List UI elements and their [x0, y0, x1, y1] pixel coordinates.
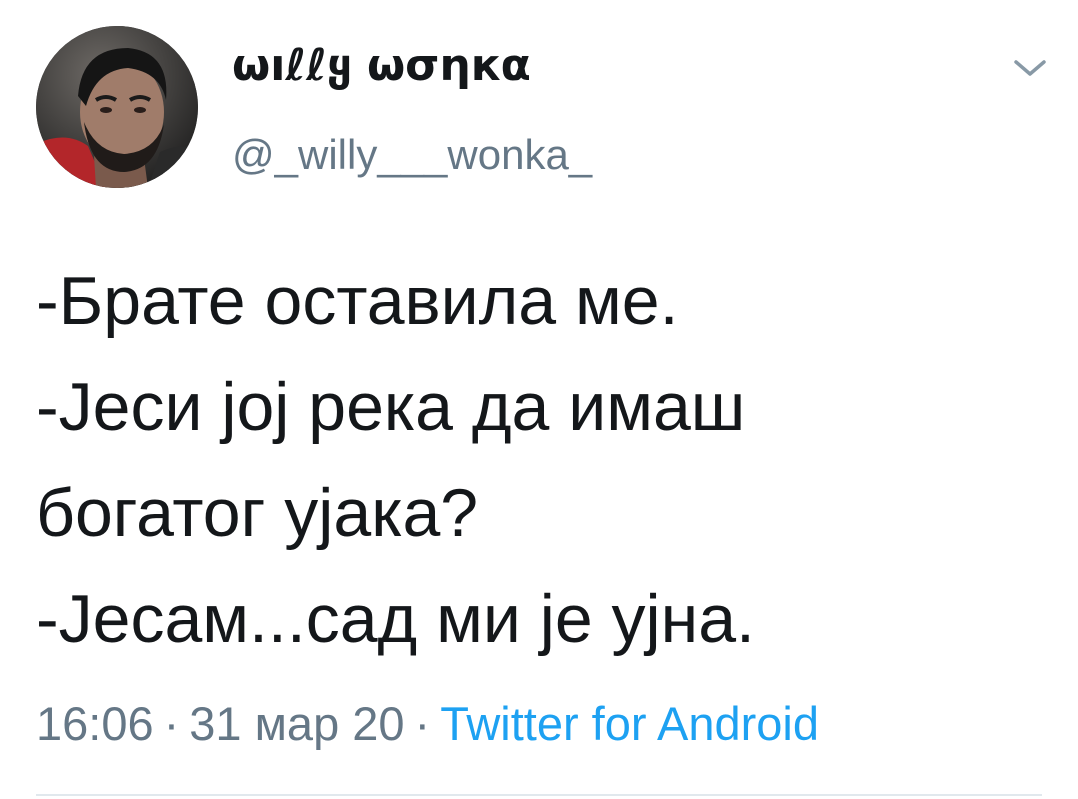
tweet-time[interactable]: 16:06 — [36, 697, 154, 750]
tweet-meta: 16:06 · 31 мар 20 · Twitter for Android — [36, 694, 819, 754]
avatar[interactable] — [36, 26, 198, 188]
tweet-text-line: -Јеси јој река да имаш — [36, 369, 746, 445]
chevron-down-icon[interactable] — [1008, 50, 1052, 84]
tweet-text-line: -Јесам...сад ми је ујна. — [36, 581, 755, 657]
tweet-text: -Брате оставила ме. -Јеси јој река да им… — [36, 248, 1046, 672]
tweet-source-link[interactable]: Twitter for Android — [440, 697, 819, 750]
user-handle[interactable]: @_willy___wonka_ — [232, 130, 592, 180]
tweet-text-line: -Брате оставила ме. — [36, 263, 679, 339]
avatar-image — [36, 26, 198, 188]
divider — [36, 794, 1042, 796]
tweet-date[interactable]: 31 мар 20 — [189, 697, 404, 750]
tweet: ωıℓℓყ ωσηкα @_willy___wonka_ -Брате оста… — [0, 0, 1078, 799]
display-name[interactable]: ωıℓℓყ ωσηкα — [232, 38, 531, 94]
tweet-text-line: богатог ујака? — [36, 475, 479, 551]
meta-separator: · — [414, 697, 431, 750]
meta-separator: · — [163, 697, 180, 750]
